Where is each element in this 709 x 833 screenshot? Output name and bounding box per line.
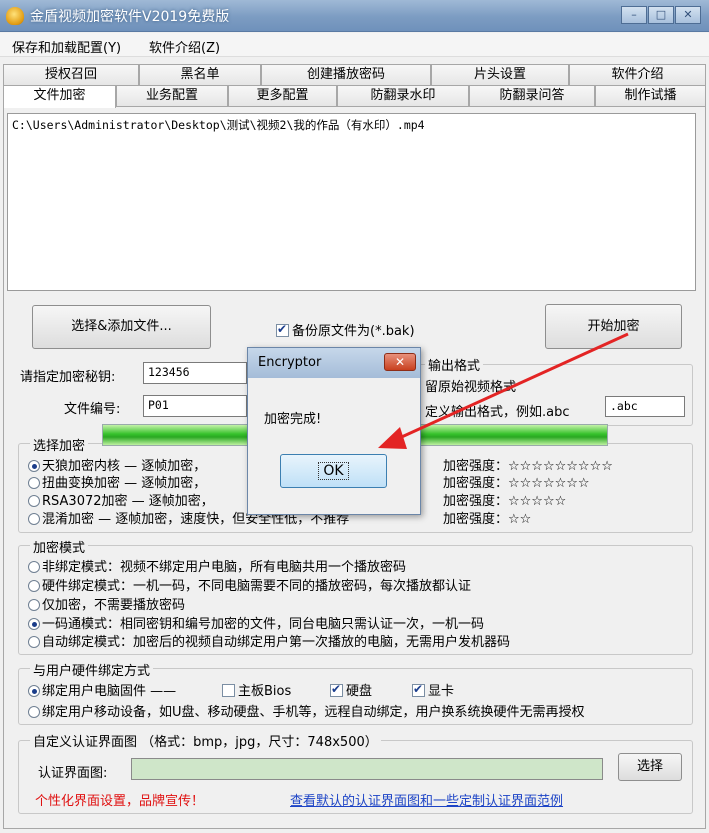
tab-anti-record-qa[interactable]: 防翻录问答 — [469, 85, 595, 106]
radio-icon — [28, 561, 40, 573]
bind-mobile-label: 绑定用户移动设备，如U盘、移动硬盘、手机等，远程自动绑定，用户换系统换硬件无需再… — [42, 705, 585, 720]
mode-option-unbound[interactable]: 非绑定模式：视频不绑定用户电脑，所有电脑共用一个播放密码 — [28, 556, 406, 575]
radio-icon — [28, 495, 40, 507]
menu-about[interactable]: 软件介绍(Z) — [149, 37, 220, 56]
minimize-icon: – — [631, 8, 637, 21]
tab-file-encrypt[interactable]: 文件加密 — [3, 85, 116, 108]
algo-strength: 加密强度：☆☆ — [443, 512, 532, 527]
select-image-button[interactable]: 选择 — [618, 753, 682, 781]
gpu-label: 显卡 — [428, 684, 455, 699]
algo-label: RSA3072加密 — 逐帧加密， — [42, 494, 214, 509]
auth-image-group-title: 自定义认证界面图 （格式：bmp，jpg，尺寸：748x500） — [30, 731, 381, 750]
algorithm-group-title: 选择加密 — [30, 435, 89, 454]
tab-intro-settings[interactable]: 片头设置 — [431, 64, 569, 85]
dialog-title: Encryptor — [258, 355, 322, 370]
shield-icon — [6, 7, 24, 25]
disk-checkbox[interactable]: 硬盘 — [330, 680, 372, 699]
radio-icon — [28, 580, 40, 592]
select-add-file-button[interactable]: 选择&添加文件... — [32, 305, 211, 349]
backup-checkbox[interactable]: 备份原文件为(*.bak) — [276, 320, 415, 339]
mode-option-auto-bind[interactable]: 自动绑定模式：加密后的视频自动绑定用户第一次播放的电脑，无需用户发机器码 — [28, 631, 510, 650]
mode-option-one-code[interactable]: 一码通模式：相同密钥和编号加密的文件，同台电脑只需认证一次，一机一码 — [28, 613, 484, 632]
dialog-close-button[interactable]: ✕ — [384, 353, 416, 371]
tab-row-1: 授权召回 黑名单 创建播放密码 片头设置 软件介绍 — [3, 64, 706, 85]
file-list[interactable]: C:\Users\Administrator\Desktop\测试\视频2\我的… — [7, 113, 696, 291]
algo-strength: 加密强度：☆☆☆☆☆☆☆ — [443, 476, 590, 491]
window-controls: – □ ✕ — [620, 6, 701, 24]
ok-label: OK — [318, 462, 349, 480]
bind-mobile-option[interactable]: 绑定用户移动设备，如U盘、移动硬盘、手机等，远程自动绑定，用户换系统换硬件无需再… — [28, 701, 585, 720]
file-no-input[interactable]: P01 — [143, 395, 247, 417]
bios-checkbox[interactable]: 主板Bios — [222, 680, 291, 699]
radio-icon — [28, 618, 40, 630]
menu-save-load-config[interactable]: 保存和加载配置(Y) — [12, 37, 121, 56]
password-input[interactable]: 123456 — [143, 362, 247, 384]
tab-auth-recall[interactable]: 授权召回 — [3, 64, 139, 85]
custom-format-input[interactable]: .abc — [605, 396, 685, 417]
tab-more-config[interactable]: 更多配置 — [228, 85, 337, 106]
tab-software-intro[interactable]: 软件介绍 — [569, 64, 706, 85]
file-no-label: 文件编号: — [64, 402, 121, 417]
tab-row-2: 文件加密 业务配置 更多配置 防翻录水印 防翻录问答 制作试播 — [3, 85, 706, 108]
algo-option-twist[interactable]: 扭曲变换加密 — 逐帧加密， — [28, 472, 206, 491]
radio-icon — [28, 685, 40, 697]
mode-group-title: 加密模式 — [30, 537, 89, 556]
checkbox-icon — [222, 684, 235, 697]
encryptor-dialog: Encryptor ✕ 加密完成! OK — [247, 347, 421, 515]
dialog-title-bar: Encryptor ✕ — [248, 348, 420, 378]
password-label: 请指定加密秘钥: — [20, 370, 116, 385]
mode-label: 硬件绑定模式：一机一码，不同电脑需要不同的播放密码，每次播放都认证 — [42, 579, 472, 594]
radio-icon — [28, 513, 40, 525]
bind-pc-label: 绑定用户电脑固件 —— — [42, 684, 177, 699]
file-list-item[interactable]: C:\Users\Administrator\Desktop\测试\视频2\我的… — [12, 117, 691, 133]
checkbox-icon — [412, 682, 425, 697]
bind-group-title: 与用户硬件绑定方式 — [30, 660, 154, 679]
radio-icon — [28, 599, 40, 611]
start-encrypt-button[interactable]: 开始加密 — [545, 304, 682, 349]
promo-text: 个性化界面设置，品牌宣传！ — [35, 794, 205, 809]
tab-business-config[interactable]: 业务配置 — [116, 85, 228, 106]
title-bar: 金盾视频加密软件V2019免费版 – □ ✕ — [0, 0, 709, 32]
close-icon: ✕ — [394, 355, 406, 369]
mode-option-hardware[interactable]: 硬件绑定模式：一机一码，不同电脑需要不同的播放密码，每次播放都认证 — [28, 575, 471, 594]
algo-label: 扭曲变换加密 — 逐帧加密， — [42, 476, 207, 491]
close-button[interactable]: ✕ — [675, 6, 701, 24]
tab-make-trial[interactable]: 制作试播 — [595, 85, 706, 106]
tab-anti-record-watermark[interactable]: 防翻录水印 — [337, 85, 469, 106]
bios-label: 主板Bios — [238, 684, 292, 699]
maximize-button[interactable]: □ — [648, 6, 674, 24]
keep-format-option[interactable]: 留原始视频格式 — [425, 376, 516, 395]
dialog-message: 加密完成! — [264, 412, 322, 427]
auth-image-label: 认证界面图: — [38, 766, 108, 781]
mode-option-encrypt-only[interactable]: 仅加密，不需要播放密码 — [28, 594, 185, 613]
gpu-checkbox[interactable]: 显卡 — [412, 680, 454, 699]
radio-icon — [28, 477, 40, 489]
tab-create-play-password[interactable]: 创建播放密码 — [261, 64, 431, 85]
mode-label: 非绑定模式：视频不绑定用户电脑，所有电脑共用一个播放密码 — [42, 560, 407, 575]
radio-icon — [28, 636, 40, 648]
algo-option-rsa3072[interactable]: RSA3072加密 — 逐帧加密， — [28, 490, 214, 509]
bind-pc-option[interactable]: 绑定用户电脑固件 —— — [28, 680, 176, 699]
auth-image-input[interactable] — [131, 758, 603, 780]
mode-label: 一码通模式：相同密钥和编号加密的文件，同台电脑只需认证一次，一机一码 — [42, 617, 485, 632]
tab-blacklist[interactable]: 黑名单 — [139, 64, 261, 85]
algo-strength: 加密强度：☆☆☆☆☆ — [443, 494, 567, 509]
backup-label: 备份原文件为(*.bak) — [292, 324, 415, 339]
menu-bar: 保存和加载配置(Y) 软件介绍(Z) — [0, 33, 709, 57]
close-icon: ✕ — [683, 8, 693, 21]
checkbox-icon — [276, 322, 289, 337]
window-title: 金盾视频加密软件V2019免费版 — [30, 9, 230, 25]
minimize-button[interactable]: – — [621, 6, 647, 24]
mode-label: 自动绑定模式：加密后的视频自动绑定用户第一次播放的电脑，无需用户发机器码 — [42, 635, 511, 650]
radio-icon — [28, 460, 40, 472]
custom-format-label: 定义输出格式，例如.abc — [425, 405, 570, 420]
disk-label: 硬盘 — [346, 684, 373, 699]
maximize-icon: □ — [655, 8, 667, 21]
sample-link[interactable]: 查看默认的认证界面图和一些定制认证界面范例 — [290, 790, 563, 809]
radio-icon — [28, 706, 40, 718]
dialog-ok-button[interactable]: OK — [280, 454, 387, 488]
output-format-title: 输出格式 — [425, 355, 484, 374]
mode-label: 仅加密，不需要播放密码 — [42, 598, 186, 613]
checkbox-icon — [330, 682, 343, 697]
